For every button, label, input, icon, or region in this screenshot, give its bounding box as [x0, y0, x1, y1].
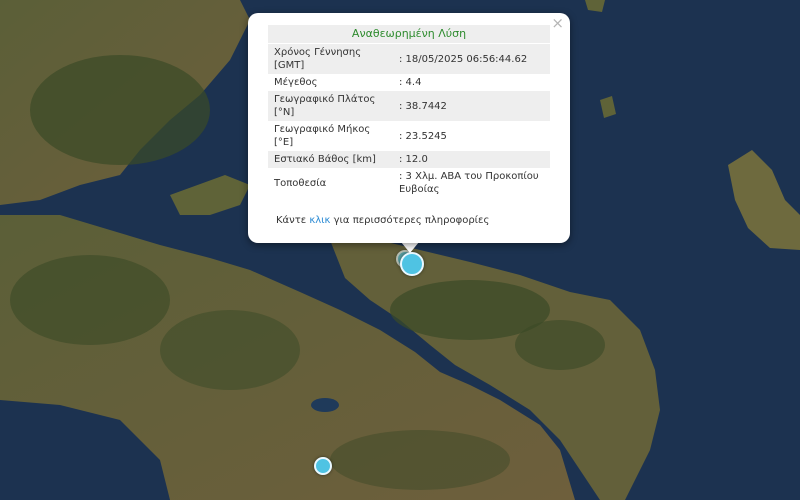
forest-patch	[515, 320, 605, 370]
popup-tip	[401, 242, 419, 253]
table-row: Εστιακό Βάθος [km] : 12.0	[268, 151, 550, 168]
row-value: : 12.0	[393, 151, 550, 168]
table-row: Μέγεθος : 4.4	[268, 74, 550, 91]
row-label: Τοποθεσία	[274, 177, 327, 189]
table-row: Τοποθεσία : 3 Χλμ. ΑΒΑ του Προκοπίου Ευβ…	[268, 168, 550, 198]
row-label: Μέγεθος	[274, 77, 318, 88]
forest-patch	[10, 255, 170, 345]
row-value: : 4.4	[399, 77, 422, 88]
row-value: : 3 Χλμ. ΑΒΑ του Προκοπίου Ευβοίας	[399, 171, 539, 195]
lake	[311, 398, 339, 412]
row-value: : 18/05/2025 06:56:44.62	[393, 44, 550, 74]
row-value: : 38.7442	[393, 91, 550, 121]
row-value: : 23.5245	[399, 130, 447, 142]
table-row: Γεωγραφικό Πλάτος [°N] : 38.7442	[268, 91, 550, 121]
quake-details-table: Χρόνος Γέννησης [GMT] : 18/05/2025 06:56…	[268, 44, 550, 198]
forest-patch	[330, 430, 510, 490]
row-label: Εστιακό Βάθος [km]	[268, 151, 393, 168]
table-row: Γεωγραφικό Μήκος [°E] : 23.5245	[268, 121, 550, 151]
earthquake-marker[interactable]	[314, 457, 332, 475]
footer-text-after: για περισσότερες πληροφορίες	[330, 215, 490, 226]
earthquake-marker-selected[interactable]	[400, 252, 424, 276]
row-label: Γεωγραφικό Πλάτος [°N]	[268, 91, 393, 121]
earthquake-popup: × Αναθεωρημένη Λύση Χρόνος Γέννησης [GMT…	[248, 13, 570, 243]
table-row: Χρόνος Γέννησης [GMT] : 18/05/2025 06:56…	[268, 44, 550, 74]
popup-title: Αναθεωρημένη Λύση	[268, 25, 550, 43]
row-label: Χρόνος Γέννησης [GMT]	[268, 44, 393, 74]
more-info-link[interactable]: κλικ	[309, 215, 330, 226]
popup-footer: Κάντε κλικ για περισσότερες πληροφορίες	[276, 215, 489, 226]
satellite-map[interactable]: × Αναθεωρημένη Λύση Χρόνος Γέννησης [GMT…	[0, 0, 800, 500]
forest-patch	[160, 310, 300, 390]
footer-text-before: Κάντε	[276, 215, 310, 226]
row-label: Γεωγραφικό Μήκος [°E]	[274, 124, 371, 148]
close-icon[interactable]: ×	[551, 14, 564, 32]
forest-patch	[30, 55, 210, 165]
